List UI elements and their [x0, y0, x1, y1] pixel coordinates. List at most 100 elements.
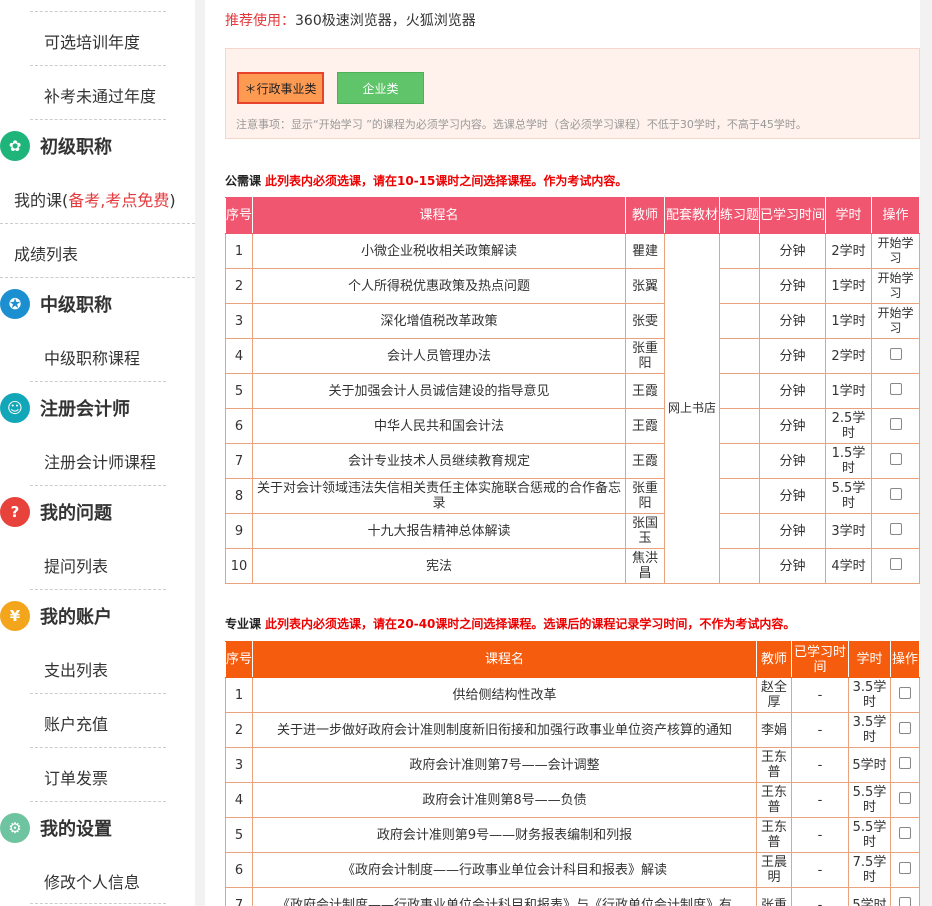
- select-cell: [871, 338, 920, 374]
- col-header: 教师: [756, 641, 792, 678]
- teacher: 焦洪昌: [625, 548, 665, 584]
- section-junior[interactable]: ✿ 初级职称: [0, 129, 112, 163]
- start-study-link[interactable]: 开始学习: [871, 233, 920, 269]
- divider: [30, 11, 166, 12]
- course-checkbox[interactable]: [899, 757, 911, 769]
- tab-admin-category[interactable]: ＊行政事业类: [237, 72, 324, 104]
- col-header: 已学习时间: [791, 641, 849, 678]
- study-time: -: [791, 677, 849, 713]
- select-cell: [890, 817, 920, 853]
- table-row: 8 关于对会计领域违法失信相关责任主体实施联合惩戒的合作备忘录 张重阳 分钟 5…: [225, 478, 920, 514]
- row-no: 7: [225, 887, 253, 906]
- col-header: 学时: [848, 641, 891, 678]
- teacher: 王霞: [625, 373, 665, 409]
- exercise: [719, 443, 760, 479]
- exercise: [719, 373, 760, 409]
- professional-warning: 此列表内必须选课，请在20-40课时之间选择课程。选课后的课程记录学习时间，不作…: [265, 617, 796, 631]
- col-header: 教师: [625, 197, 665, 234]
- course-checkbox[interactable]: [889, 488, 902, 500]
- my-courses-suffix: ): [169, 191, 176, 210]
- hours: 7.5学时: [848, 852, 891, 888]
- sidebar-item-cpa-course[interactable]: 注册会计师课程: [44, 449, 156, 473]
- teacher: 王东普: [756, 817, 792, 853]
- row-no: 6: [225, 408, 253, 444]
- study-time: -: [791, 782, 849, 818]
- study-time: 分钟: [759, 478, 826, 514]
- professional-title: 专业课: [225, 617, 262, 631]
- sidebar-item-makeup-year[interactable]: 补考未通过年度: [44, 83, 156, 107]
- row-no: 10: [225, 548, 253, 584]
- teacher: 张重: [756, 887, 792, 906]
- row-no: 2: [225, 268, 253, 304]
- material-link[interactable]: 网上书店: [664, 233, 720, 584]
- course-checkbox[interactable]: [889, 418, 902, 430]
- user-icon: ☺: [0, 393, 30, 423]
- teacher: 张国玉: [625, 513, 665, 549]
- section-question[interactable]: ? 我的问题: [0, 495, 112, 529]
- course-checkbox[interactable]: [899, 792, 911, 804]
- sidebar-item-my-courses[interactable]: 我的课(备考,考点免费): [14, 187, 176, 211]
- recommend-value: 360极速浏览器，火狐浏览器: [295, 13, 476, 29]
- medal-icon: ✪: [0, 289, 30, 319]
- professional-section-title: 专业课 此列表内必须选课，请在20-40课时之间选择课程。选课后的课程记录学习时间…: [225, 615, 795, 632]
- course-checkbox[interactable]: [889, 558, 902, 570]
- select-cell: [890, 782, 920, 818]
- tab-enterprise-category[interactable]: 企业类: [337, 72, 424, 104]
- teacher: 张翼: [625, 268, 665, 304]
- course-checkbox[interactable]: [899, 897, 911, 906]
- study-time: 分钟: [759, 338, 826, 374]
- table-row: 3 深化增值税改革政策 张雯 分钟 1学时 开始学习: [225, 303, 920, 339]
- teacher: 王东普: [756, 747, 792, 783]
- sidebar-item-recharge[interactable]: 账户充值: [44, 711, 108, 735]
- course-name: 政府会计准则第7号——会计调整: [252, 747, 757, 783]
- row-no: 7: [225, 443, 253, 479]
- award-icon: ✿: [0, 131, 30, 161]
- teacher: 王东普: [756, 782, 792, 818]
- sidebar-item-question-list[interactable]: 提问列表: [44, 553, 108, 577]
- table-row: 6 《政府会计制度——行政事业单位会计科目和报表》解读 王晨明 - 7.5学时: [225, 852, 920, 888]
- course-name: 《政府会计制度——行政事业单位会计科目和报表》解读: [252, 852, 757, 888]
- sidebar-item-elective-year[interactable]: 可选培训年度: [44, 29, 140, 53]
- hours: 3.5学时: [848, 712, 891, 748]
- col-header: 练习题: [719, 197, 760, 234]
- col-header: 配套教材: [664, 197, 720, 234]
- start-study-link[interactable]: 开始学习: [871, 303, 920, 339]
- section-account[interactable]: ¥ 我的账户: [0, 599, 112, 633]
- course-checkbox[interactable]: [889, 523, 902, 535]
- sidebar-item-mid-course[interactable]: 中级职称课程: [44, 345, 140, 369]
- course-name: 会计人员管理办法: [252, 338, 626, 374]
- course-checkbox[interactable]: [889, 348, 902, 360]
- study-time: 分钟: [759, 548, 826, 584]
- sidebar-item-score-list[interactable]: 成绩列表: [14, 241, 78, 265]
- select-cell: [871, 373, 920, 409]
- section-cpa[interactable]: ☺ 注册会计师: [0, 391, 130, 425]
- divider: [30, 381, 166, 382]
- section-mid[interactable]: ✪ 中级职称: [0, 287, 112, 321]
- section-settings[interactable]: ⚙ 我的设置: [0, 811, 112, 845]
- course-checkbox[interactable]: [899, 722, 911, 734]
- course-name: 个人所得税优惠政策及热点问题: [252, 268, 626, 304]
- teacher: 李娟: [756, 712, 792, 748]
- course-checkbox[interactable]: [889, 383, 902, 395]
- divider: [30, 119, 166, 120]
- col-header: 序号: [225, 641, 253, 678]
- start-study-link[interactable]: 开始学习: [871, 268, 920, 304]
- teacher: 王霞: [625, 443, 665, 479]
- course-checkbox[interactable]: [899, 827, 911, 839]
- recommend-label: 推荐使用：: [225, 13, 295, 29]
- course-checkbox[interactable]: [899, 687, 911, 699]
- select-cell: [871, 548, 920, 584]
- select-cell: [871, 408, 920, 444]
- exercise: [719, 233, 760, 269]
- sidebar-item-edit-profile[interactable]: 修改个人信息: [44, 869, 140, 893]
- sidebar-item-invoice[interactable]: 订单发票: [44, 765, 108, 789]
- sidebar-item-expense-list[interactable]: 支出列表: [44, 657, 108, 681]
- hours: 1.5学时: [825, 443, 872, 479]
- col-header: 课程名: [252, 641, 757, 678]
- course-checkbox[interactable]: [899, 862, 911, 874]
- exercise: [719, 548, 760, 584]
- course-checkbox[interactable]: [889, 453, 902, 465]
- table-row: 2 关于进一步做好政府会计准则制度新旧衔接和加强行政事业单位资产核算的通知 李娟…: [225, 712, 920, 748]
- hours: 5学时: [848, 887, 891, 906]
- section-title: 我的问题: [40, 503, 112, 524]
